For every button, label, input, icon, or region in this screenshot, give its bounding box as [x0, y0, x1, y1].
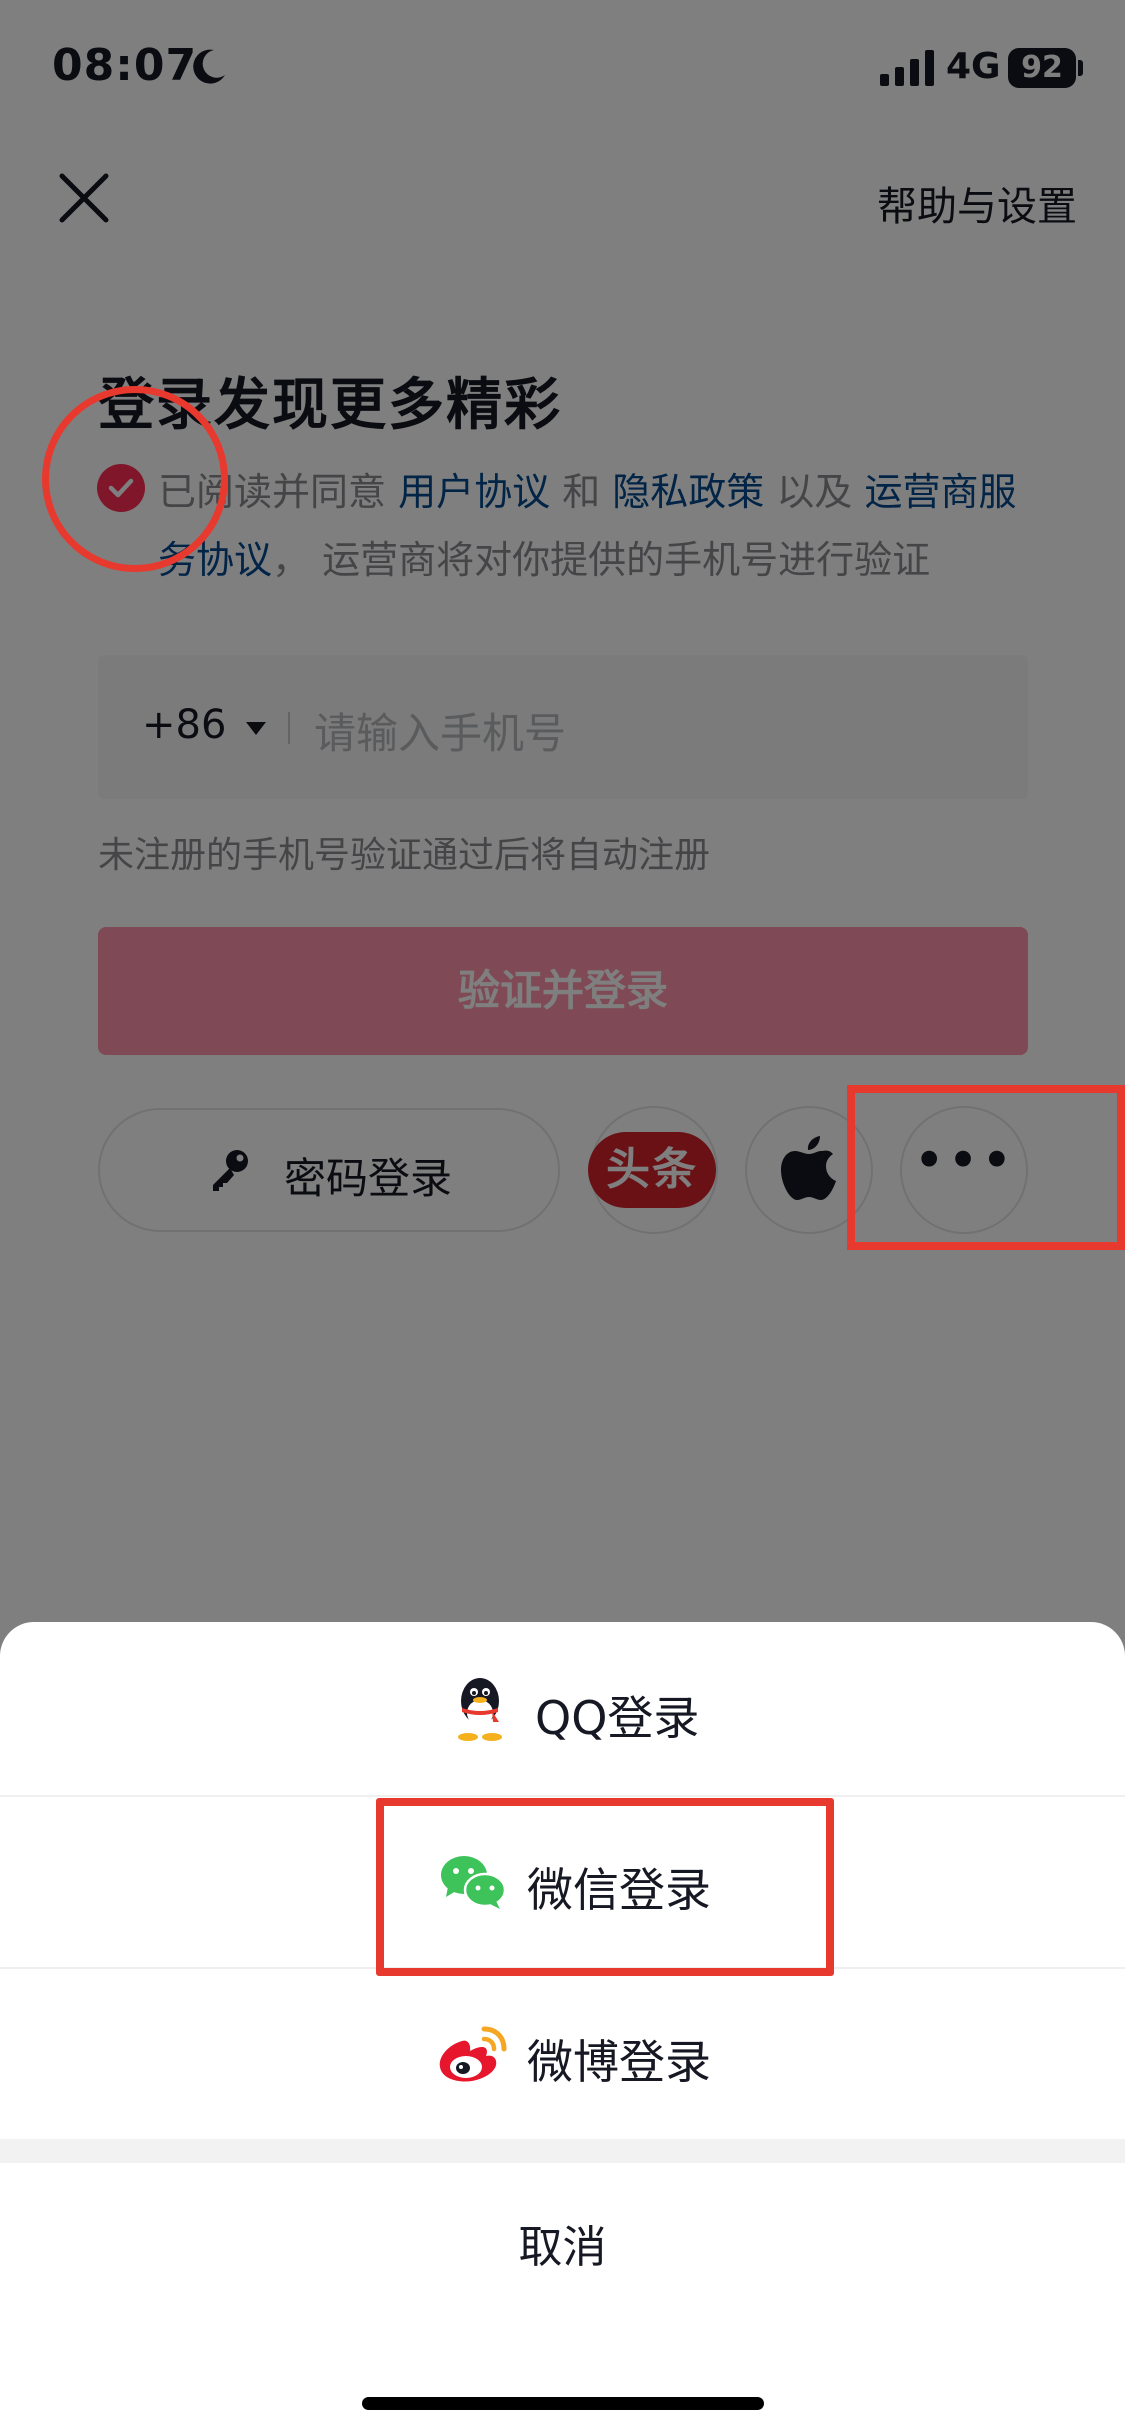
home-indicator	[362, 2397, 764, 2410]
qq-login-label: QQ登录	[535, 1691, 700, 1745]
cancel-button[interactable]: 取消	[0, 2163, 1125, 2333]
weibo-icon	[439, 2026, 507, 2082]
annotation-circle-checkbox	[42, 386, 228, 572]
annotation-box-more	[847, 1085, 1125, 1250]
weibo-login-label: 微博登录	[527, 2035, 711, 2089]
annotation-box-wechat	[376, 1798, 834, 1976]
sheet-gap	[0, 2139, 1125, 2163]
login-page: 08:07 4G 92 帮助与设置 登录发现更多精彩 已阅读并同意 用户协议 和…	[0, 0, 1125, 2436]
qq-icon	[458, 1678, 502, 1741]
